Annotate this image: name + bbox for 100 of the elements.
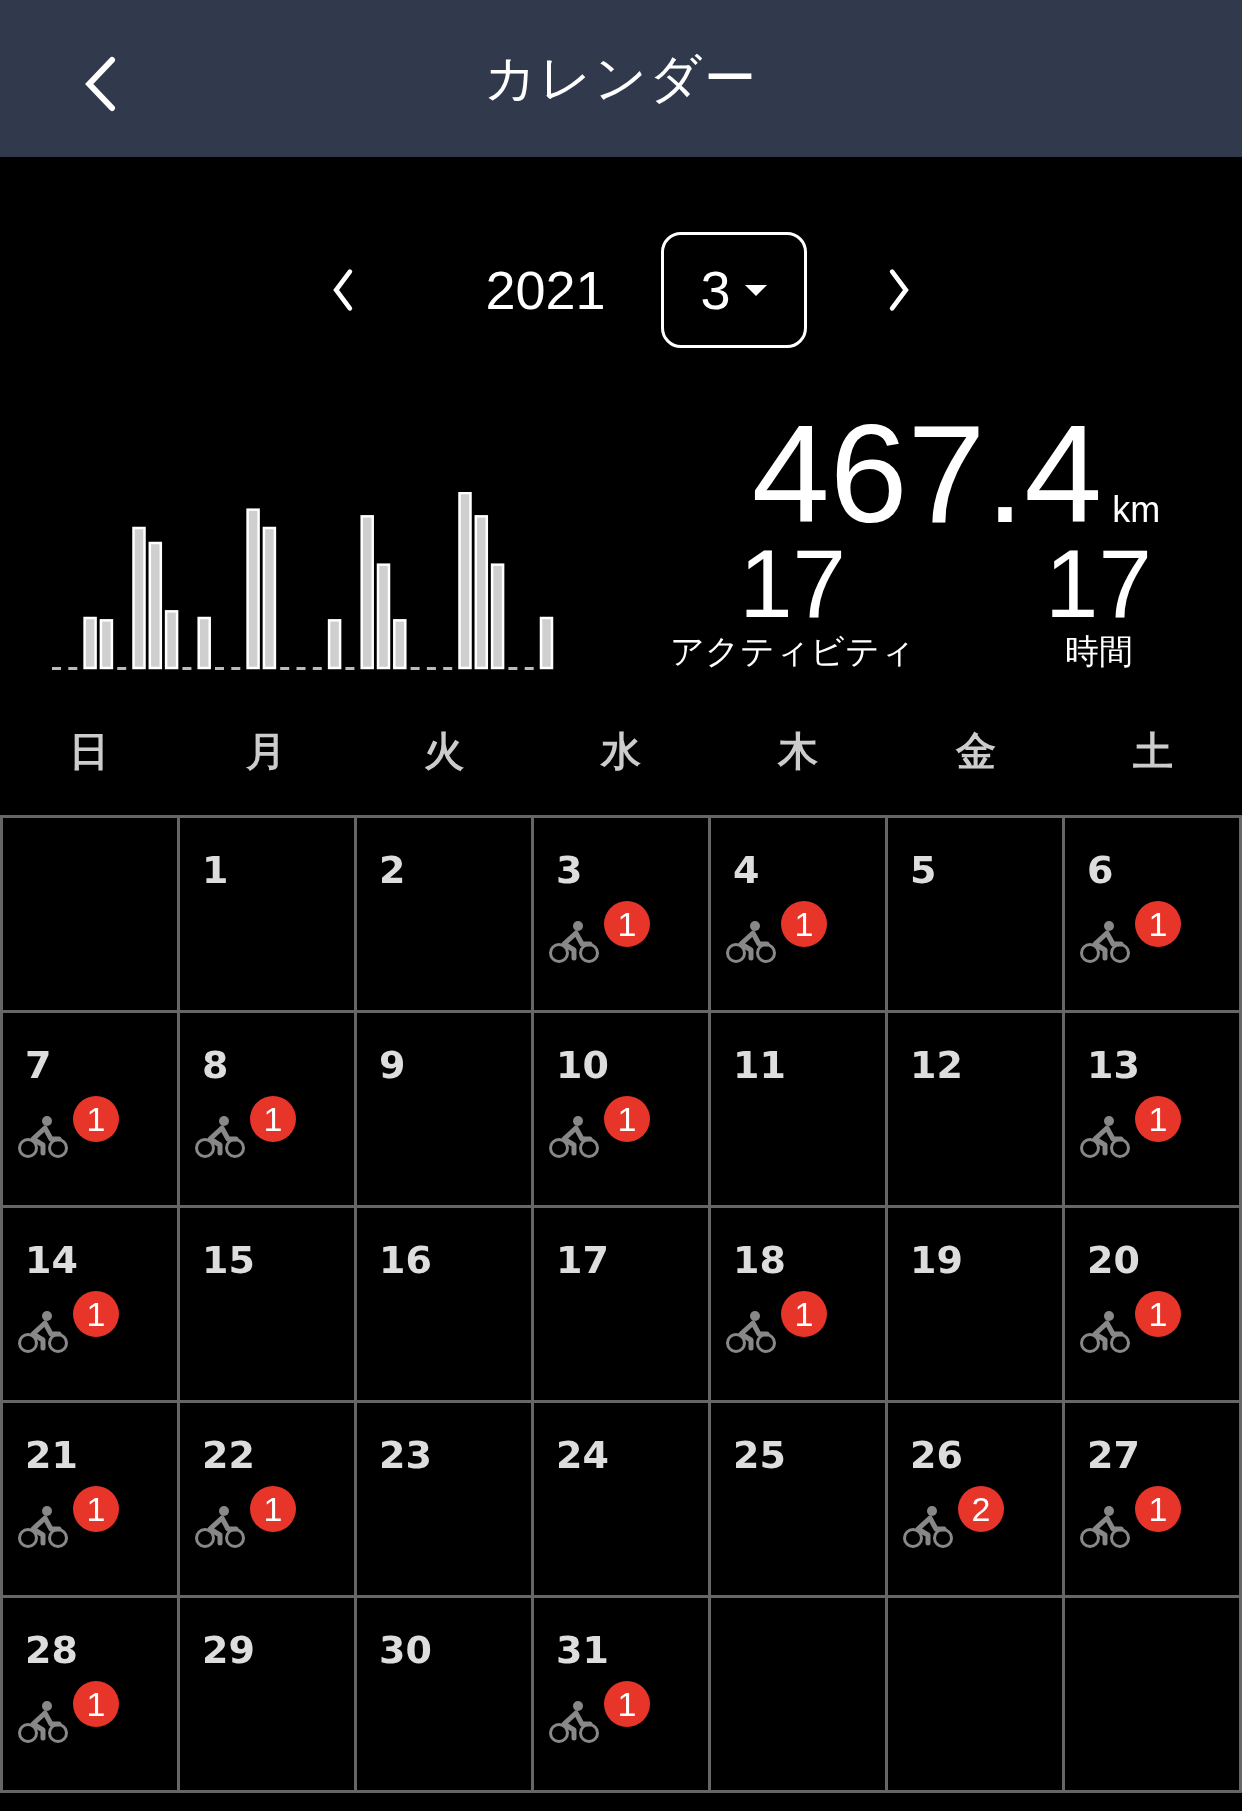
calendar-day-cell[interactable]: 30	[357, 1598, 534, 1793]
zero-distance-mark	[345, 667, 355, 670]
calendar-day-cell[interactable]: 3 1	[534, 818, 711, 1013]
cyclist-icon	[548, 1115, 600, 1159]
calendar-day-cell[interactable]: 12	[888, 1013, 1065, 1208]
activity-count-badge: 1	[781, 901, 827, 947]
total-distance: 467.4	[751, 409, 1103, 539]
day-number: 27	[1087, 1433, 1140, 1477]
day-number: 18	[733, 1238, 786, 1282]
cyclist-icon	[17, 1505, 69, 1549]
caret-icon	[744, 284, 767, 296]
day-number: 24	[556, 1433, 609, 1477]
activity-count-badge: 1	[1135, 1291, 1181, 1337]
day-number: 1	[202, 848, 229, 892]
calendar-day-cell[interactable]: 2	[357, 818, 534, 1013]
activity-count-badge: 1	[73, 1486, 119, 1532]
calendar-day-cell[interactable]: 28 1	[3, 1598, 180, 1793]
distance-unit: km	[1112, 489, 1161, 531]
cyclist-icon	[194, 1505, 246, 1549]
day-number: 7	[25, 1043, 52, 1087]
distance-bar	[393, 619, 407, 670]
distance-bar	[327, 619, 342, 670]
day-number: 14	[25, 1238, 78, 1282]
calendar-day-cell[interactable]: 10 1	[534, 1013, 711, 1208]
day-number: 6	[1087, 848, 1114, 892]
day-number: 29	[202, 1628, 255, 1672]
month-dropdown[interactable]: 3	[660, 232, 807, 348]
activity-count-badge: 1	[781, 1291, 827, 1337]
cyclist-icon	[902, 1505, 954, 1549]
weekday-label: 金	[954, 726, 997, 776]
activity-count-badge: 1	[604, 901, 650, 947]
calendar-day-cell[interactable]: 1	[180, 818, 357, 1013]
day-number: 12	[910, 1043, 963, 1087]
day-number: 28	[25, 1628, 78, 1672]
calendar-day-cell[interactable]: 20 1	[1065, 1208, 1242, 1403]
day-number: 19	[910, 1238, 963, 1282]
zero-distance-mark	[182, 667, 192, 670]
cyclist-icon	[194, 1115, 246, 1159]
day-number: 8	[202, 1043, 229, 1087]
day-number: 22	[202, 1433, 255, 1477]
cyclist-icon	[548, 1700, 600, 1744]
calendar-day-cell[interactable]: 21 1	[3, 1403, 180, 1598]
cyclist-icon	[17, 1310, 69, 1354]
calendar-day-cell[interactable]: 26 2	[888, 1403, 1065, 1598]
calendar-day-cell[interactable]: 4 1	[711, 818, 888, 1013]
calendar-day-cell[interactable]: 11	[711, 1013, 888, 1208]
cyclist-icon	[17, 1115, 69, 1159]
day-number: 13	[1087, 1043, 1140, 1087]
cyclist-icon	[1079, 1310, 1131, 1354]
day-number: 3	[556, 848, 583, 892]
calendar-day-cell[interactable]: 17	[534, 1208, 711, 1403]
cyclist-icon	[1079, 1505, 1131, 1549]
day-number: 25	[733, 1433, 786, 1477]
calendar-day-cell[interactable]: 19	[888, 1208, 1065, 1403]
calendar-day-cell[interactable]: 25	[711, 1403, 888, 1598]
calendar-day-cell[interactable]: 16	[357, 1208, 534, 1403]
calendar-day-cell[interactable]: 24	[534, 1403, 711, 1598]
calendar-day-cell[interactable]: 8 1	[180, 1013, 357, 1208]
day-number: 26	[910, 1433, 963, 1477]
calendar-day-cell[interactable]: 13 1	[1065, 1013, 1242, 1208]
hours-value: 17	[1045, 539, 1152, 629]
activity-count-badge: 1	[250, 1486, 296, 1532]
day-number: 21	[25, 1433, 78, 1477]
calendar-day-cell[interactable]: 7 1	[3, 1013, 180, 1208]
weekday-label: 火	[422, 726, 465, 776]
activity-count-badge: 1	[1135, 901, 1181, 947]
cyclist-icon	[1079, 920, 1131, 964]
cyclist-icon	[725, 1310, 777, 1354]
calendar-day-cell[interactable]: 15	[180, 1208, 357, 1403]
activity-label: アクティビティ	[670, 630, 916, 673]
weekday-label: 日	[67, 726, 110, 776]
activity-count-badge: 1	[73, 1291, 119, 1337]
calendar-day-cell[interactable]: 27 1	[1065, 1403, 1242, 1598]
calendar-day-cell[interactable]: 29	[180, 1598, 357, 1793]
screen-title: カレンダー	[484, 46, 758, 110]
activity-count-badge: 1	[73, 1096, 119, 1142]
calendar-day-cell[interactable]: 23	[357, 1403, 534, 1598]
activity-count-badge: 1	[250, 1096, 296, 1142]
weekday-label: 水	[599, 726, 642, 776]
day-number: 23	[379, 1433, 432, 1477]
calendar-day-cell[interactable]: 31 1	[534, 1598, 711, 1793]
day-number: 16	[379, 1238, 432, 1282]
calendar-day-cell[interactable]: 9	[357, 1013, 534, 1208]
zero-distance-mark	[117, 667, 127, 670]
day-number: 11	[733, 1043, 786, 1087]
distance-bar	[83, 616, 97, 670]
day-number: 17	[556, 1238, 609, 1282]
calendar-day-cell[interactable]: 18 1	[711, 1208, 888, 1403]
day-number: 4	[733, 848, 760, 892]
activity-count-badge: 1	[1135, 1486, 1181, 1532]
calendar-day-cell[interactable]: 14 1	[3, 1208, 180, 1403]
day-number: 30	[379, 1628, 432, 1672]
day-number: 10	[556, 1043, 609, 1087]
calendar-day-cell[interactable]: 6 1	[1065, 818, 1242, 1013]
activity-count-badge: 1	[604, 1681, 650, 1727]
day-number: 5	[910, 848, 937, 892]
activity-count-badge: 1	[73, 1681, 119, 1727]
distance-bar	[99, 619, 114, 670]
calendar-day-cell[interactable]: 5	[888, 818, 1065, 1013]
calendar-day-cell[interactable]: 22 1	[180, 1403, 357, 1598]
